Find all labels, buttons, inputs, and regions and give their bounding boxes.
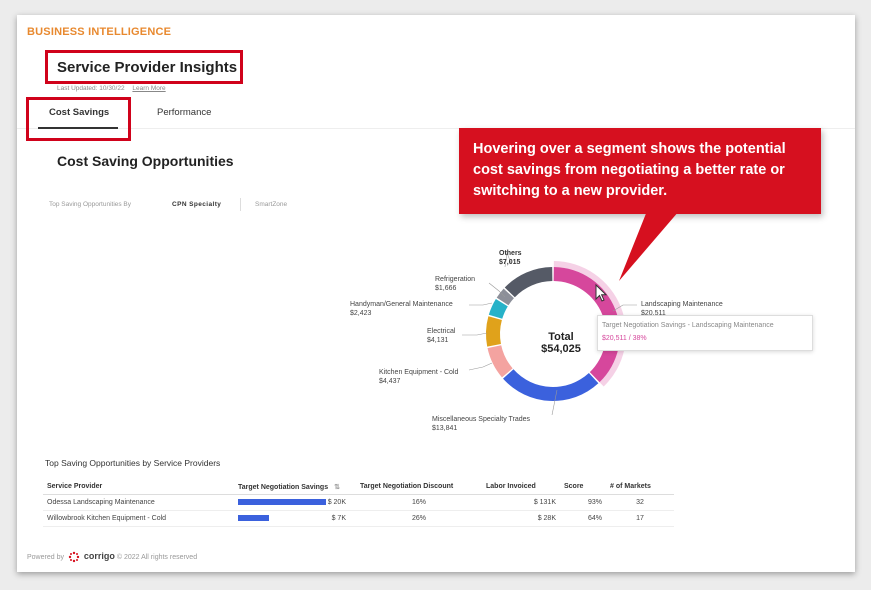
column-header-discount[interactable]: Target Negotiation Discount: [356, 479, 482, 495]
column-header-provider[interactable]: Service Provider: [43, 479, 234, 495]
slice-label-electrical: Electrical $4,131: [427, 328, 456, 344]
slice-label-others: Others $7,015: [499, 250, 522, 266]
footer: Powered by corrigo © 2022 All rights res…: [27, 551, 197, 563]
discount-cell: 26%: [356, 510, 482, 527]
callout-text: Hovering over a segment shows the potent…: [473, 141, 786, 199]
powered-by-text: Powered by: [27, 554, 64, 561]
donut-slice-electrical[interactable]: [486, 316, 502, 347]
donut-slice-miscellaneous-specialty-trades[interactable]: [503, 369, 599, 401]
sort-icon[interactable]: ⇅: [334, 484, 340, 491]
main-card: BUSINESS INTELLIGENCE Service Provider I…: [17, 15, 855, 572]
annotation-callout: Hovering over a segment shows the potent…: [459, 128, 821, 214]
slice-label-kitchen: Kitchen Equipment - Cold $4,437: [379, 369, 459, 385]
slice-label-refrigeration: Refrigeration $1,666: [435, 276, 476, 292]
donut-center-label: Total $54,025: [521, 331, 601, 355]
labor-cell: $ 131K: [482, 494, 560, 511]
slice-label-handyman: Handyman/General Maintenance $2,423: [350, 301, 453, 317]
savings-cell: $ 7K: [234, 510, 356, 527]
column-header-markets[interactable]: # of Markets: [606, 479, 674, 495]
slice-label-misc: Miscellaneous Specialty Trades $13,841: [432, 416, 531, 432]
corrigo-logo-icon: [68, 551, 80, 563]
score-cell: 64%: [560, 510, 606, 527]
table-row[interactable]: Odessa Landscaping Maintenance $ 20K 16%…: [43, 494, 674, 511]
discount-cell: 16%: [356, 494, 482, 511]
savings-cell: $ 20K: [234, 494, 356, 511]
savings-value: $ 7K: [331, 515, 346, 522]
savings-bar: [238, 499, 326, 506]
copyright-text: © 2022 All rights reserved: [116, 554, 198, 561]
provider-name: Odessa Landscaping Maintenance: [43, 494, 234, 511]
labor-cell: $ 28K: [482, 510, 560, 527]
donut-center-value: $54,025: [541, 343, 581, 355]
chart-tooltip: Target Negotiation Savings - Landscaping…: [597, 315, 813, 351]
savings-bar: [238, 515, 269, 522]
provider-name: Willowbrook Kitchen Equipment - Cold: [43, 510, 234, 527]
donut-slice-others[interactable]: [504, 267, 553, 298]
leader-line-handyman: [469, 302, 493, 306]
savings-value: $ 20K: [327, 499, 346, 506]
callout-pointer: [619, 211, 679, 281]
providers-table: Service Provider Target Negotiation Savi…: [43, 479, 674, 527]
donut-slice-kitchen-equipment-cold[interactable]: [487, 345, 513, 378]
table-row[interactable]: Willowbrook Kitchen Equipment - Cold $ 7…: [43, 510, 674, 527]
tooltip-value: $20,511 / 38%: [602, 335, 647, 342]
column-header-savings-label: Target Negotiation Savings: [238, 483, 329, 491]
markets-cell: 32: [606, 494, 674, 511]
markets-cell: 17: [606, 510, 674, 527]
column-header-score[interactable]: Score: [560, 479, 606, 495]
leader-line-electrical: [462, 332, 488, 336]
corrigo-logo-text: corrigo: [83, 551, 115, 561]
score-cell: 93%: [560, 494, 606, 511]
mouse-cursor-icon: [595, 283, 608, 302]
donut-center-title: Total: [548, 331, 574, 343]
column-header-savings[interactable]: Target Negotiation Savings ⇅: [234, 479, 356, 495]
tooltip-title: Target Negotiation Savings - Landscaping…: [602, 322, 774, 329]
column-header-labor[interactable]: Labor Invoiced: [482, 479, 560, 495]
leader-line-kitchen: [468, 362, 493, 371]
table-title: Top Saving Opportunities by Service Prov…: [45, 458, 221, 468]
